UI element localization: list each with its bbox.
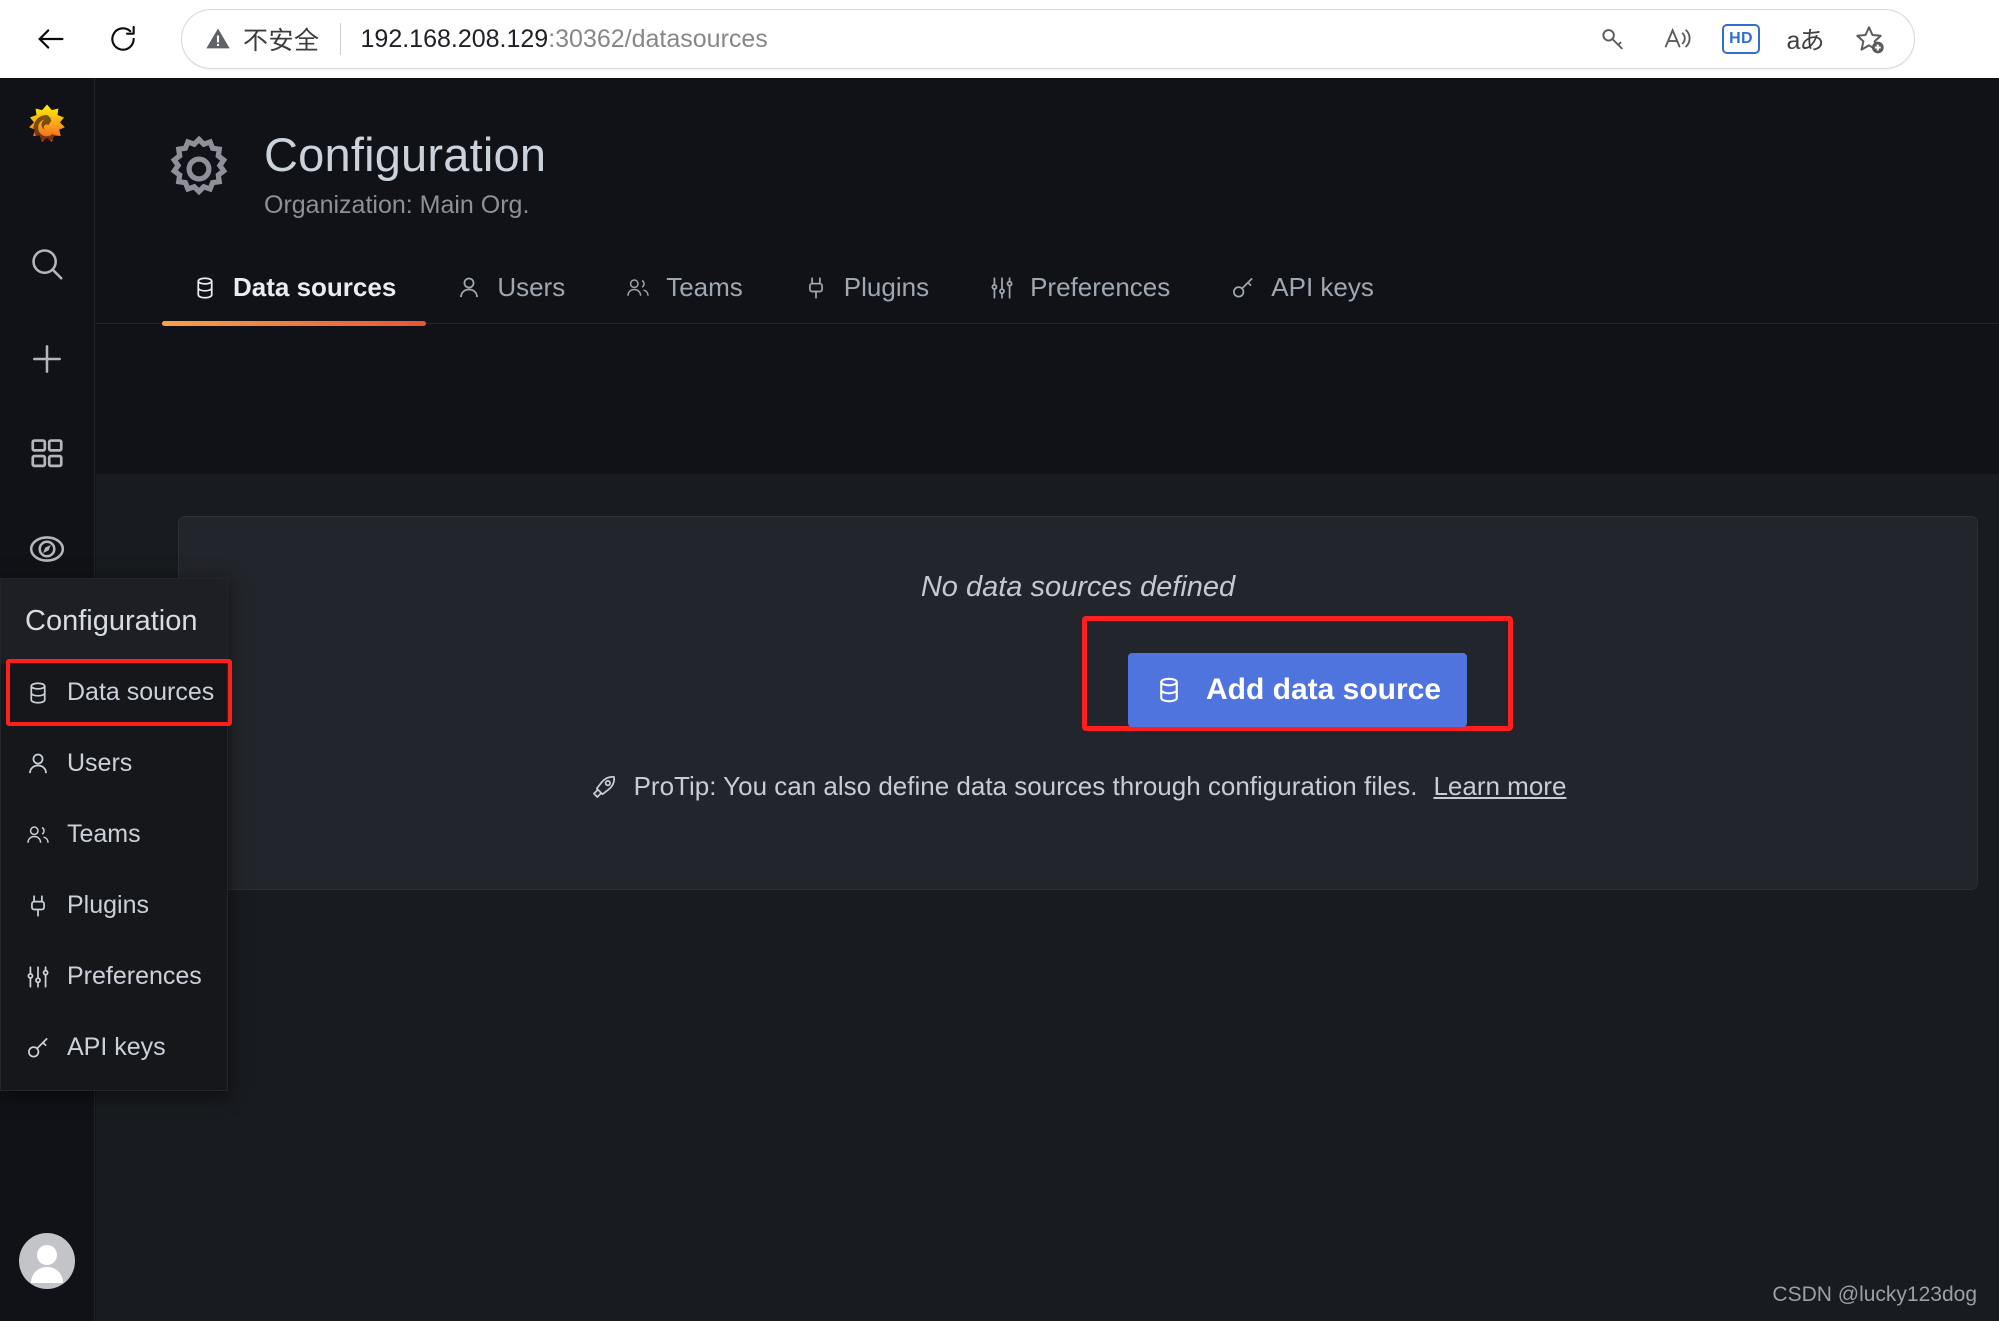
- database-icon: [1154, 675, 1184, 705]
- empty-state-message: No data sources defined: [920, 571, 1236, 603]
- user-icon: [25, 751, 51, 777]
- content-area: No data sources defined Add data source: [96, 474, 1999, 1321]
- user-icon: [456, 275, 482, 301]
- data-sources-empty-card: No data sources defined Add data source: [178, 516, 1978, 890]
- tab-label: Data sources: [233, 272, 397, 303]
- dropdown-item-label: Users: [67, 749, 133, 777]
- database-icon: [25, 680, 51, 706]
- dropdown-item-label: Plugins: [67, 891, 149, 919]
- tab-plugins[interactable]: Plugins: [773, 262, 959, 323]
- dropdown-spacer: [1, 934, 227, 948]
- translate-icon[interactable]: aあ: [1786, 20, 1825, 58]
- gear-icon: [162, 132, 236, 206]
- rocket-icon: [590, 773, 618, 801]
- search-icon: [32, 248, 63, 280]
- dropdown-item-teams[interactable]: Teams: [1, 806, 227, 863]
- database-icon: [192, 275, 218, 301]
- apps-grid-icon: [31, 438, 63, 467]
- sidebar-item-create[interactable]: [0, 311, 94, 406]
- main-content: Configuration Organization: Main Org. Da…: [96, 78, 1999, 1321]
- page-header-text: Configuration Organization: Main Org.: [264, 130, 546, 220]
- sliders-icon: [989, 275, 1015, 301]
- compass-icon: [29, 535, 65, 562]
- sliders-icon: [25, 964, 51, 990]
- dropdown-spacer: [1, 863, 227, 877]
- watermark: CSDN @lucky123dog: [1772, 1283, 1977, 1306]
- security-label: 不安全: [243, 27, 320, 55]
- protip-learn-more-link[interactable]: Learn more: [1433, 771, 1566, 802]
- tab-users[interactable]: Users: [426, 262, 595, 323]
- dropdown-item-preferences[interactable]: Preferences: [1, 948, 227, 1005]
- dropdown-item-plugins[interactable]: Plugins: [1, 877, 227, 934]
- site-security-chip[interactable]: 不安全: [204, 21, 320, 57]
- add-data-source-button[interactable]: Add data source: [1128, 653, 1467, 727]
- page-header: Configuration Organization: Main Org.: [96, 78, 1999, 220]
- tab-bar: Data sources Users Teams Plugins Prefere…: [96, 262, 1999, 327]
- dropdown-item-data-sources[interactable]: Data sources: [1, 659, 232, 726]
- tab-label: Teams: [666, 272, 743, 303]
- dropdown-spacer: [1, 721, 227, 735]
- browser-back-button[interactable]: [22, 10, 80, 68]
- url-text[interactable]: 192.168.208.129:30362/datasources: [361, 25, 1594, 54]
- dropdown-item-label: Teams: [67, 820, 141, 848]
- avatar[interactable]: [19, 1233, 75, 1289]
- key-icon: [1230, 275, 1256, 301]
- dropdown-item-label: API keys: [67, 1033, 166, 1061]
- user-avatar-icon: [31, 1245, 63, 1283]
- protip-text: ProTip: You can also define data sources…: [633, 771, 1418, 801]
- warning-triangle-icon: [206, 28, 230, 49]
- users-icon: [625, 275, 651, 301]
- hd-badge-label: HD: [1729, 30, 1753, 47]
- dropdown-spacer: [1, 1005, 227, 1019]
- password-key-icon[interactable]: [1594, 20, 1632, 58]
- sidebar-item-dashboards[interactable]: [0, 406, 94, 501]
- tab-teams[interactable]: Teams: [595, 262, 773, 323]
- protip-row: ProTip: You can also define data sources…: [179, 771, 1977, 802]
- tab-api-keys[interactable]: API keys: [1200, 262, 1404, 323]
- page-title: Configuration: [264, 128, 547, 181]
- users-icon: [25, 822, 51, 848]
- add-favorite-icon[interactable]: [1850, 20, 1888, 58]
- dropdown-item-users[interactable]: Users: [1, 735, 227, 792]
- translate-glyph: aあ: [1786, 27, 1825, 55]
- plug-icon: [803, 275, 829, 301]
- dropdown-item-label: Data sources: [67, 678, 215, 706]
- tab-preferences[interactable]: Preferences: [959, 262, 1200, 323]
- dropdown-title: Configuration: [1, 579, 227, 664]
- url-path: :30362/datasources: [548, 24, 768, 53]
- tab-data-sources[interactable]: Data sources: [162, 262, 427, 327]
- plug-icon: [25, 893, 51, 919]
- sidebar-item-search[interactable]: [0, 216, 94, 311]
- dropdown-item-api-keys[interactable]: API keys: [1, 1019, 227, 1076]
- hd-badge-icon[interactable]: HD: [1722, 24, 1760, 54]
- tab-label: Preferences: [1030, 272, 1171, 303]
- tab-label: Users: [497, 272, 566, 303]
- key-icon: [25, 1035, 51, 1061]
- browser-reload-button[interactable]: [94, 10, 152, 68]
- page-subtitle: Organization: Main Org.: [264, 191, 530, 220]
- omnibox-divider: [339, 23, 341, 55]
- read-aloud-icon[interactable]: [1658, 20, 1696, 58]
- configuration-dropdown-menu: Configuration Data sources Users Teams P…: [0, 578, 232, 1091]
- plus-icon: [33, 344, 61, 373]
- grafana-logo-icon[interactable]: [19, 100, 75, 156]
- url-host: 192.168.208.129: [360, 24, 549, 53]
- tab-label: API keys: [1271, 272, 1374, 303]
- dropdown-spacer: [1, 792, 227, 806]
- browser-toolbar: 不安全 192.168.208.129:30362/datasources HD…: [0, 0, 1999, 78]
- grafana-app: Configuration Organization: Main Org. Da…: [0, 78, 1999, 1321]
- dropdown-item-label: Preferences: [67, 962, 202, 990]
- add-data-source-label: Add data source: [1205, 673, 1442, 706]
- dropdown-spacer: [1, 1076, 227, 1090]
- tab-label: Plugins: [843, 272, 930, 303]
- address-bar[interactable]: 不安全 192.168.208.129:30362/datasources HD…: [182, 10, 1914, 68]
- omnibox-actions: HD aあ: [1594, 20, 1898, 58]
